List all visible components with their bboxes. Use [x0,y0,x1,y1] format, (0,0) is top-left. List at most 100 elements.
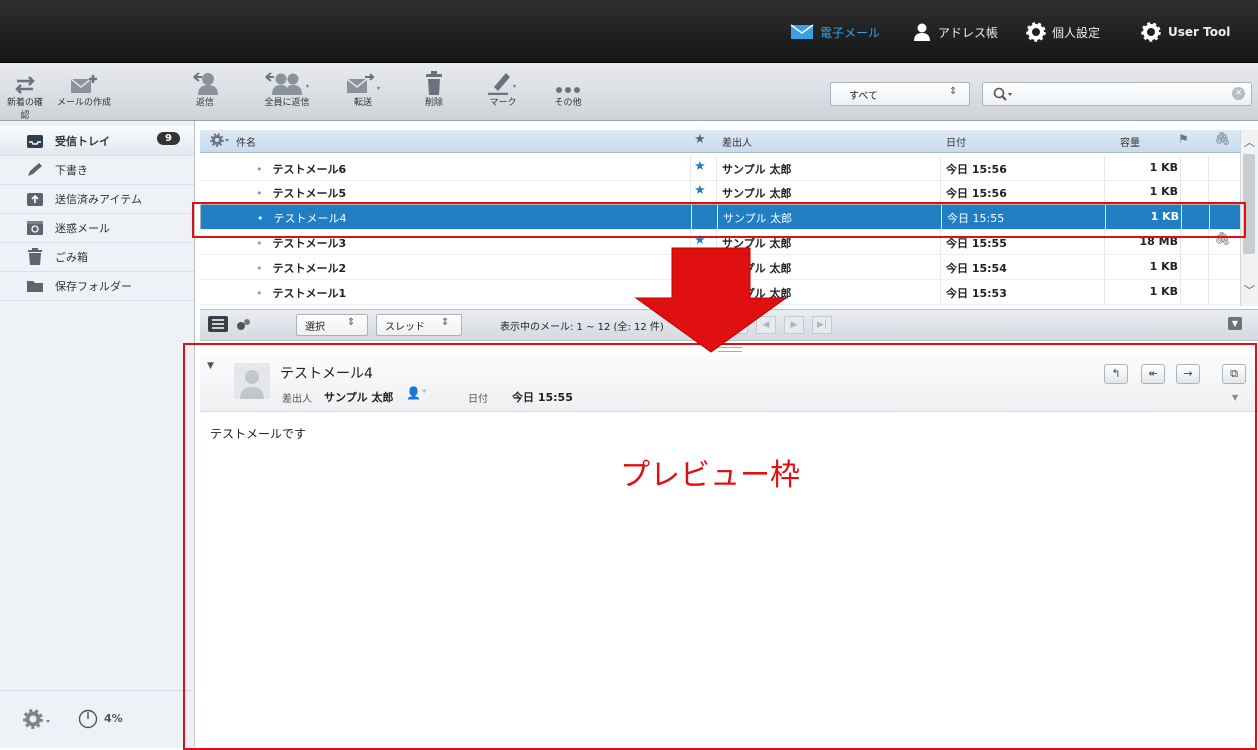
reply-all-label: 全員に返信 [264,98,310,108]
column-divider [1180,156,1181,180]
compose-button[interactable]: メールの作成 [52,69,116,108]
column-divider [690,156,691,180]
column-divider [1180,280,1181,304]
column-divider [1104,156,1105,180]
reply-all-button[interactable]: 全員に返信 [250,69,324,108]
more-dots-icon [548,69,588,95]
row-from: サンプル 太郎 [722,163,792,176]
mail-toolbar: 新着の確認 メールの作成 返信 全員に返信 転送 削除 マーク その他 すべて … [0,63,1258,121]
junk-icon [25,220,45,236]
column-divider [690,180,691,204]
row-from: サンプル 太郎 [722,187,792,200]
nav-usertool[interactable]: User Tool [1140,18,1230,46]
mark-button[interactable]: マーク [478,69,528,108]
reply-button[interactable]: 返信 [182,69,228,108]
check-mail-button[interactable]: 新着の確認 [4,69,46,121]
folder-saved[interactable]: 保存フォルダー [0,271,194,301]
search-input-field[interactable] [1023,86,1227,100]
list-view-icon[interactable] [208,316,228,332]
updown-arrows-icon: ⇕ [441,317,450,328]
column-flag-icon[interactable]: ⚑ [1178,132,1189,146]
delete-label: 削除 [424,98,443,108]
folder-trash[interactable]: ごみ箱 [0,242,194,272]
row-date: 今日 15:53 [946,287,1007,300]
selected-row-highlight-box [192,202,1246,238]
list-options-gear-icon[interactable] [210,133,232,150]
row-subject: テストメール2 [256,260,347,276]
row-size: 1 KB [1149,285,1178,298]
nav-addressbook-label: アドレス帳 [938,25,999,40]
column-subject[interactable]: 件名 [236,134,256,149]
forward-label: 転送 [353,98,372,108]
row-date: 今日 15:56 [946,163,1007,176]
top-navigation-bar: 電子メール アドレス帳 個人設定 User Tool [0,0,1258,63]
pen-mark-icon [478,69,528,95]
column-divider [1180,180,1181,204]
updown-arrows-icon: ⇕ [347,317,356,328]
search-icon [993,87,1012,101]
more-label: その他 [554,98,582,108]
thread-dropdown[interactable]: スレッド ⇕ [376,314,462,336]
folder-sent-label: 送信済みアイテム [55,192,142,206]
more-button[interactable]: その他 [548,69,588,108]
envelope-icon [790,24,814,39]
select-dropdown[interactable]: 選択 ⇕ [296,314,368,336]
collapse-preview-icon[interactable]: ▼ [1228,317,1242,330]
star-icon[interactable]: ★ [694,183,706,198]
column-from[interactable]: 差出人 [722,134,752,149]
message-list-header: 件名 ★ 差出人 日付 容量 ⚑ 🖇 [200,130,1244,153]
folder-junk-label: 迷惑メール [55,221,110,235]
search-input[interactable]: × [982,82,1252,106]
column-divider [940,280,941,304]
nav-settings[interactable]: 個人設定 [1026,18,1100,46]
folder-inbox[interactable]: 受信トレイ 9 [0,126,194,156]
select-dropdown-label: 選択 [305,322,325,333]
delete-button[interactable]: 削除 [414,69,454,108]
settings-gear-icon[interactable] [22,708,52,733]
nav-mail-label: 電子メール [820,25,881,40]
folder-sent[interactable]: 送信済みアイテム [0,184,194,214]
row-subject: テストメール5 [256,185,347,201]
star-icon[interactable]: ★ [694,159,706,174]
nav-mail[interactable]: 電子メール [790,18,880,46]
row-size: 1 KB [1149,161,1178,174]
filter-select-value: すべて [849,91,878,102]
folder-drafts[interactable]: 下書き [0,155,194,185]
thread-view-icon[interactable] [234,316,254,335]
row-subject: テストメール1 [256,285,347,301]
folder-inbox-label: 受信トレイ [55,134,110,148]
unread-count-badge: 9 [157,132,180,145]
column-divider [1208,280,1209,304]
forward-button[interactable]: 転送 [338,69,388,108]
reply-label: 返信 [195,98,214,108]
row-size: 1 KB [1149,260,1178,273]
folder-junk[interactable]: 迷惑メール [0,213,194,243]
column-size[interactable]: 容量 [1120,134,1140,149]
column-divider [1180,255,1181,279]
column-divider [940,156,941,180]
column-divider [1104,280,1105,304]
filter-select[interactable]: すべて ⇕ [830,82,970,106]
scroll-down-icon[interactable]: ﹀ [1244,282,1255,298]
column-divider [940,255,941,279]
column-star-icon[interactable]: ★ [694,132,706,147]
trash-icon [414,69,454,95]
table-row[interactable]: テストメール6 サンプル 太郎 今日 15:56 1 KB ★ [200,156,1240,181]
folder-icon [25,279,45,293]
column-divider [1208,156,1209,180]
column-date[interactable]: 日付 [946,134,966,149]
pencil-icon [25,162,45,178]
person-icon [914,23,930,41]
row-date: 今日 15:56 [946,187,1007,200]
nav-addressbook[interactable]: アドレス帳 [912,18,998,46]
scroll-up-icon[interactable]: ︿ [1244,134,1255,150]
folder-saved-label: 保存フォルダー [55,279,132,293]
reply-person-icon [182,69,228,95]
column-divider [1104,180,1105,204]
trash-icon [25,248,45,265]
last-page-button[interactable]: ▶| [812,316,832,334]
thread-dropdown-label: スレッド [385,322,425,333]
down-arrow-icon [634,247,788,353]
column-attachment-icon[interactable]: 🖇 [1214,132,1231,147]
clear-search-icon[interactable]: × [1232,87,1245,100]
